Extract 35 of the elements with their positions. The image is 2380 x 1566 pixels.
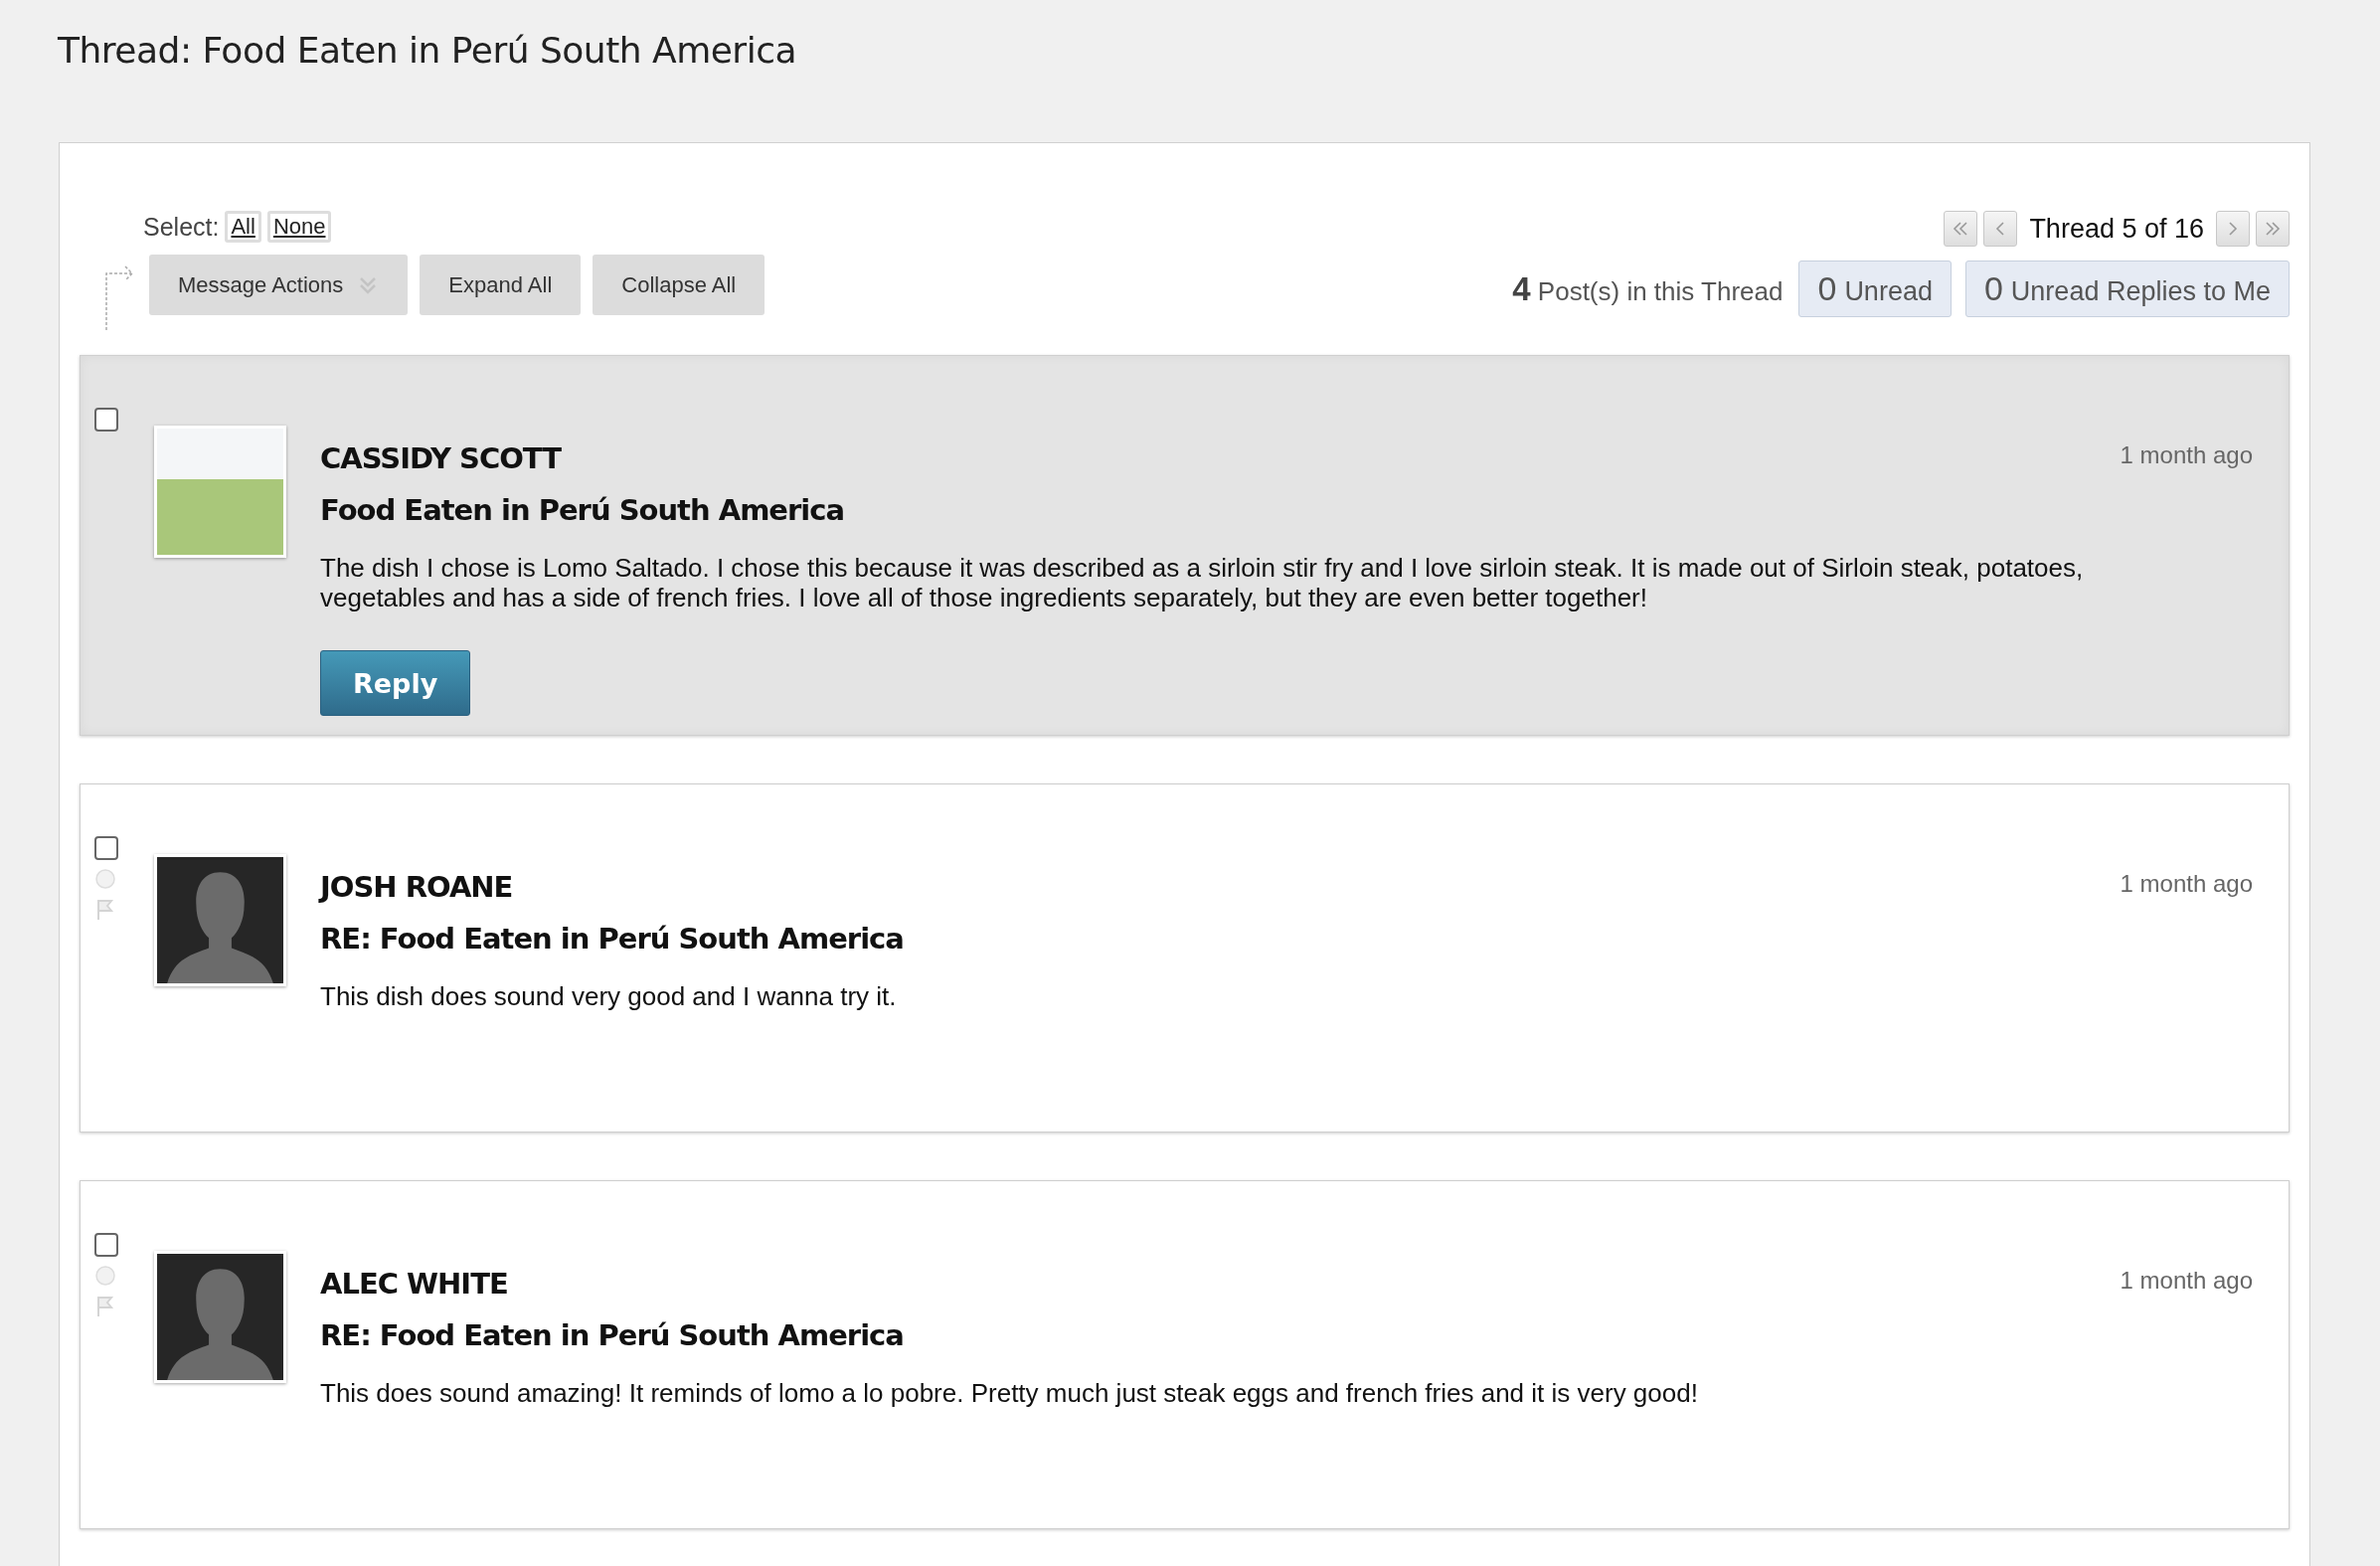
read-status-icon[interactable] [94, 868, 116, 890]
next-page-button[interactable] [2216, 211, 2250, 247]
post-body: This dish does sound very good and I wanna try it. [320, 981, 898, 1011]
post-subject: RE: Food Eaten in Perú South America [320, 922, 905, 956]
thread-position: Thread 5 of 16 [2029, 213, 2204, 245]
select-label: Select: [143, 212, 220, 242]
post-checkbox[interactable] [94, 836, 118, 860]
toolbar-button[interactable]: Expand All [420, 255, 582, 315]
post-subject: RE: Food Eaten in Perú South America [320, 1318, 905, 1352]
post-body: This does sound amazing! It reminds of lomo a lo pobre. Pretty much just steak eggs and french fries and it is very good! [320, 1378, 1699, 1408]
page-title: Thread: Food Eaten in Perú South America [57, 29, 797, 71]
message-actions-menu[interactable]: Message Actions [149, 255, 409, 315]
flag-icon[interactable] [94, 1295, 116, 1318]
previous-page-button[interactable] [1983, 211, 2018, 247]
count-filter-button[interactable]: 0 Unread Replies to Me [1964, 261, 2290, 317]
first-page-button[interactable] [1944, 211, 1978, 247]
post-subject: Food Eaten in Perú South America [320, 493, 846, 527]
post-checkbox[interactable] [94, 408, 118, 432]
author-name: JOSH ROANE [320, 870, 514, 904]
post-time: 1 month ago [2120, 1266, 2253, 1296]
count-filter-button[interactable]: 0 Unread [1798, 261, 1952, 317]
reply-button[interactable]: Reply [320, 650, 471, 716]
select-link[interactable]: None [266, 211, 332, 243]
post-time: 1 month ago [2120, 440, 2253, 470]
post-time: 1 month ago [2120, 869, 2253, 899]
author-name: CASSIDY SCOTT [320, 441, 563, 475]
select-link[interactable]: All [225, 211, 261, 243]
post-checkbox[interactable] [94, 1233, 118, 1257]
author-name: ALEC WHITE [320, 1267, 509, 1301]
toolbar-button[interactable]: Collapse All [593, 255, 765, 315]
last-page-button[interactable] [2256, 211, 2290, 247]
read-status-icon[interactable] [94, 1265, 116, 1287]
post-body: The dish I chose is Lomo Saltado. I chose this because it was described as a sirloin stir fry and I love sirloin steak. It is made out of Sirloin steak, potatoes, vegetables and has a side of french fries. I love all of those ingredients separately, but they are even better together! [320, 553, 2085, 612]
flag-icon[interactable] [94, 898, 116, 922]
post-count: 4 Post(s) in this Thread [1512, 269, 1784, 308]
